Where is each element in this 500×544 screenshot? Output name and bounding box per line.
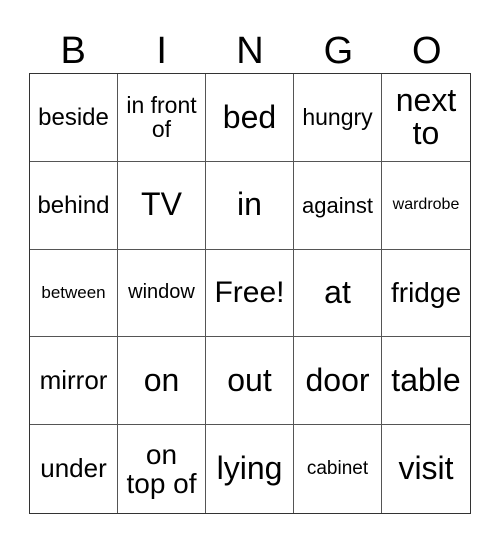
bingo-cell[interactable]: against bbox=[294, 161, 382, 250]
bingo-cell[interactable]: out bbox=[206, 337, 294, 426]
bingo-cell[interactable]: mirror bbox=[30, 337, 118, 426]
header-letter-b: B bbox=[60, 30, 86, 72]
header-letter-g: G bbox=[323, 30, 354, 72]
bingo-cell[interactable]: between bbox=[30, 249, 118, 338]
bingo-cell[interactable]: next to bbox=[382, 74, 470, 162]
bingo-cell[interactable]: TV bbox=[118, 161, 206, 250]
bingo-header: B I N G O bbox=[29, 30, 471, 72]
bingo-cell[interactable]: on top of bbox=[118, 425, 206, 513]
bingo-cell[interactable]: cabinet bbox=[294, 425, 382, 513]
bingo-cell[interactable]: bed bbox=[206, 74, 294, 162]
bingo-cell[interactable]: behind bbox=[30, 161, 118, 250]
bingo-cell[interactable]: visit bbox=[382, 425, 470, 513]
bingo-cell[interactable]: at bbox=[294, 249, 382, 338]
bingo-cell[interactable]: Free! bbox=[206, 249, 294, 338]
bingo-cell[interactable]: under bbox=[30, 425, 118, 513]
bingo-cell[interactable]: on bbox=[118, 337, 206, 426]
bingo-cell[interactable]: hungry bbox=[294, 74, 382, 162]
bingo-cell[interactable]: lying bbox=[206, 425, 294, 513]
bingo-cell[interactable]: fridge bbox=[382, 250, 470, 338]
bingo-cell[interactable]: door bbox=[294, 337, 382, 426]
bingo-cell[interactable]: in front of bbox=[118, 74, 206, 162]
bingo-cell[interactable]: table bbox=[382, 337, 470, 426]
header-letter-n: N bbox=[236, 30, 264, 72]
bingo-card-grid: beside in front of bed hungry next to behind T… bbox=[29, 73, 471, 514]
bingo-cell[interactable]: window bbox=[118, 249, 206, 338]
bingo-cell[interactable]: beside bbox=[30, 74, 118, 162]
header-letter-i: I bbox=[156, 30, 167, 72]
bingo-cell[interactable]: in bbox=[206, 161, 294, 250]
bingo-cell[interactable]: wardrobe bbox=[382, 162, 470, 250]
header-letter-o: O bbox=[412, 30, 442, 72]
